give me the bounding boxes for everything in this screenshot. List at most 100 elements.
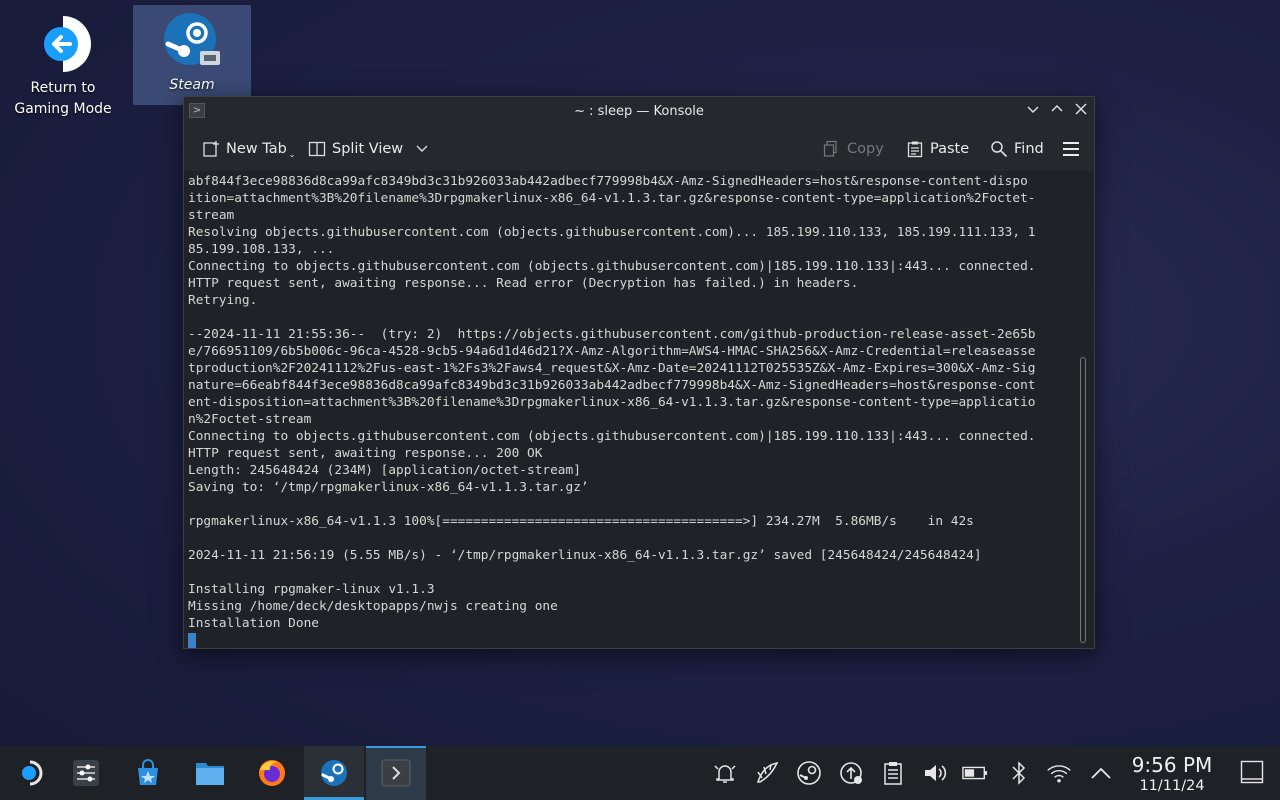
clock-date: 11/11/24 [1139,778,1205,794]
terminal-line: Resolving objects.githubusercontent.com … [188,225,1036,240]
terminal-line: n%2Foctet-stream [188,412,312,427]
taskbar: 9:56 PM 11/11/24 [0,746,1280,800]
split-view-icon [308,141,326,157]
terminal-lines: abf844f3ece98836d8ca99afc8349bd3c31b9260… [188,173,1074,632]
terminal-line: stream [188,208,235,223]
update-icon [840,762,862,784]
show-desktop-button[interactable] [1240,760,1264,784]
taskbar-discover[interactable] [118,746,178,800]
taskbar-system-settings[interactable] [56,746,116,800]
terminal-line: ition=attachment%3B%20filename%3Drpgmake… [188,191,1036,206]
return-label-line1: Return to [30,80,96,96]
terminal-line: Connecting to objects.githubusercontent.… [188,259,1036,274]
minimize-button[interactable] [1024,103,1042,121]
close-icon [1075,103,1087,115]
copy-icon [823,140,837,157]
copy-label: Copy [847,141,884,157]
return-label-line2: Gaming Mode [14,101,112,117]
scrollbar-thumb[interactable] [1080,357,1086,643]
terminal-line: ent-disposition=attachment%3B%20filename… [188,395,1036,410]
maximize-button[interactable] [1048,103,1066,121]
taskbar-steam[interactable] [304,746,364,800]
hamburger-menu-button[interactable] [1062,139,1080,159]
split-view-button[interactable]: Split View [308,139,429,159]
terminal-line: --2024-11-11 21:55:36-- (try: 2) https:/… [188,327,1036,342]
new-tab-label: New Tab [226,141,287,157]
show-desktop-icon [1240,760,1264,784]
taskbar-dolphin[interactable] [180,746,240,800]
firefox-icon [259,760,285,786]
terminal-line: Installation Done [188,616,319,631]
paste-icon [907,141,923,158]
steam-shortcut[interactable]: Steam [133,5,251,105]
update-button[interactable] [838,760,864,786]
title-bar[interactable]: > ~ : sleep — Konsole [184,97,1094,127]
wifi-icon [1047,765,1071,783]
digital-clock[interactable]: 9:56 PM 11/11/24 [1126,753,1218,795]
clipboard-button[interactable] [880,760,906,786]
notifications-button[interactable] [712,760,738,786]
new-tab-menu-icon: ⌄ [288,149,296,159]
bluetooth-icon [1012,761,1026,785]
terminal-line: 85.199.108.133, ... [188,242,335,257]
clipboard-icon [884,762,902,785]
hamburger-menu-icon [1063,142,1079,156]
window-title: ~ : sleep — Konsole [574,104,704,119]
paste-label: Paste [930,141,970,157]
split-view-label: Split View [332,141,404,157]
terminal-line: HTTP request sent, awaiting response... … [188,446,543,461]
terminal-line: Installing rpgmaker-linux v1.1.3 [188,582,435,597]
kde-connect-button[interactable] [754,760,780,786]
return-to-gaming-mode-shortcut[interactable]: Return to Gaming Mode [4,8,122,120]
find-label: Find [1014,141,1044,157]
clock-time: 9:56 PM [1131,753,1213,777]
vertical-scrollbar[interactable] [1074,171,1094,648]
search-icon [991,141,1008,158]
taskbar-firefox[interactable] [242,746,302,800]
volume-button[interactable] [922,760,948,786]
terminal-line: Retrying. [188,293,258,308]
konsole-icon [381,759,411,787]
expand-tray-icon [1091,767,1111,779]
terminal-output[interactable]: abf844f3ece98836d8ca99afc8349bd3c31b9260… [184,171,1074,648]
kde-connect-icon [756,761,779,783]
find-button[interactable]: Find [990,139,1044,159]
terminal-line: 2024-11-11 21:56:19 (5.55 MB/s) - ‘/tmp/… [188,548,982,563]
konsole-window[interactable]: > ~ : sleep — Konsole New Tab ⌄ Split Vi… [183,96,1095,649]
taskbar-konsole[interactable] [366,746,426,800]
chevron-down-icon [416,145,428,152]
volume-icon [925,765,947,781]
text-cursor [188,633,196,648]
terminal-line: abf844f3ece98836d8ca99afc8349bd3c31b9260… [188,174,1028,189]
notifications-icon [714,765,736,783]
terminal-line: Saving to: ‘/tmp/rpgmakerlinux-x86_64-v1… [188,480,589,495]
new-tab-icon [203,141,219,157]
steam-tray-button[interactable] [796,760,822,786]
close-button[interactable] [1072,103,1090,121]
new-tab-button[interactable]: New Tab ⌄ [202,139,296,159]
toolbar: New Tab ⌄ Split View Copy Paste Find [184,127,1094,171]
expand-tray-button[interactable] [1088,760,1114,786]
steam-icon [321,760,347,786]
steam-tray-icon [797,761,821,785]
battery-button[interactable] [962,760,988,786]
file-manager-icon [196,763,224,785]
steam-shortcut-label: Steam [169,77,215,93]
terminal-line: HTTP request sent, awaiting response... … [188,276,859,291]
terminal-line: nature=66eabf844f3ece98836d8ca99afc8349b… [188,378,1036,393]
bluetooth-button[interactable] [1006,760,1032,786]
steam-logo-icon [162,11,222,71]
prompt-line [188,632,1074,648]
application-launcher[interactable] [0,746,60,800]
terminal-line: Length: 245648424 (234M) [application/oc… [188,463,581,478]
copy-button[interactable]: Copy [823,139,884,159]
system-settings-icon [73,760,99,786]
minimize-icon [1027,106,1039,114]
terminal-line: rpgmakerlinux-x86_64-v1.1.3 100%[=======… [188,514,974,529]
steamos-menu-icon [22,760,43,786]
wifi-button[interactable] [1046,760,1072,786]
paste-button[interactable]: Paste [906,139,969,159]
